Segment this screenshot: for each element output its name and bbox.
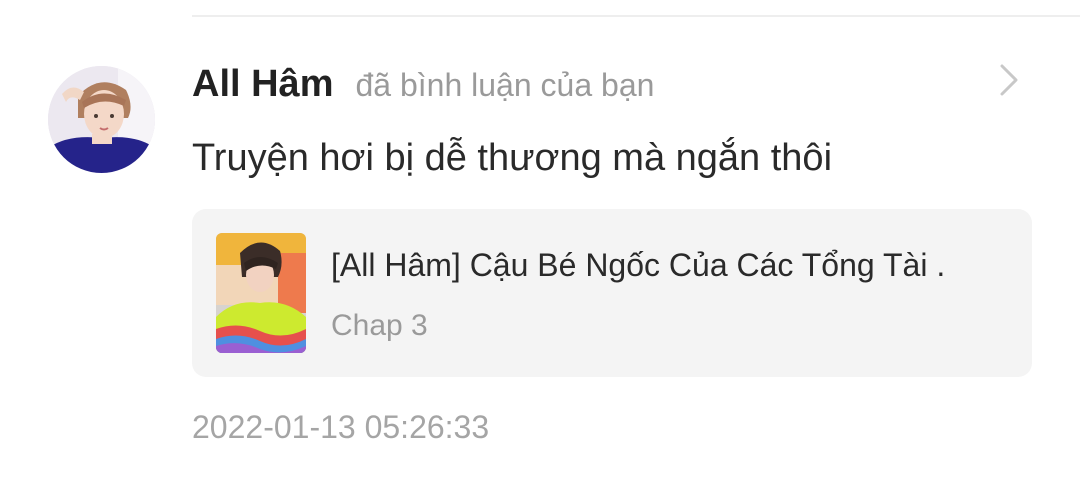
notification-page: All Hâm đã bình luận của bạn Truyện hơi … <box>0 0 1080 487</box>
user-name[interactable]: All Hâm <box>192 58 333 110</box>
top-divider <box>192 15 1080 17</box>
chevron-right-icon[interactable] <box>992 62 1024 98</box>
timestamp: 2022-01-13 05:26:33 <box>192 409 490 445</box>
comment-text: Truyện hơi bị dễ thương mà ngắn thôi <box>192 137 833 179</box>
story-card[interactable]: [All Hâm] Cậu Bé Ngốc Của Các Tổng Tài .… <box>192 209 1032 377</box>
chapter-label: Chap 3 <box>331 309 428 342</box>
avatar[interactable] <box>48 66 155 173</box>
story-cover-image <box>216 233 306 353</box>
comment-header: All Hâm đã bình luận của bạn <box>192 58 654 110</box>
story-title: [All Hâm] Cậu Bé Ngốc Của Các Tổng Tài . <box>331 247 946 283</box>
action-text: đã bình luận của bạn <box>355 67 655 103</box>
